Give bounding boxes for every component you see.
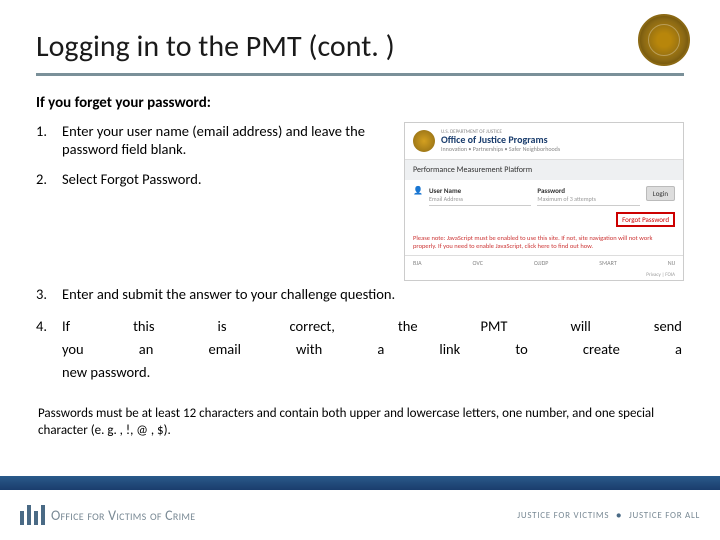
ovc-text: Office for Victims of Crime — [51, 507, 195, 524]
step-4: If this is correct, the PMT will send yo… — [36, 315, 684, 385]
step-2: Select Forgot Password. — [36, 170, 394, 188]
ovc-logo: Office for Victims of Crime — [20, 505, 195, 525]
slide-title: Logging in to the PMT (cont. ) — [36, 28, 684, 76]
logo-bja: BJA — [413, 259, 422, 267]
step-1: Enter your user name (email address) and… — [36, 122, 394, 158]
logo-smart: SMART — [599, 259, 616, 267]
step-3: Enter and submit the answer to your chal… — [36, 285, 684, 303]
password-label: Password — [537, 186, 639, 195]
login-screenshot: U.S. DEPARTMENT OF JUSTICE Office of Jus… — [404, 122, 684, 281]
doj-seal-icon — [638, 14, 690, 66]
slide-footer: Office for Victims of Crime JUSTICE FOR … — [0, 476, 720, 540]
ojp-seal-icon — [413, 130, 435, 152]
username-label: User Name — [429, 186, 531, 195]
platform-bar: Performance Measurement Platform — [405, 160, 683, 180]
steps-list: Enter your user name (email address) and… — [36, 122, 394, 188]
logo-ovc: OVC — [472, 259, 482, 267]
ojp-tagline: Innovation • Partnerships • Safer Neighb… — [441, 145, 560, 153]
login-button[interactable]: Login — [646, 186, 675, 201]
logo-nij: NIJ — [668, 259, 675, 267]
agency-logos: BJA OVC OJJDP SMART NIJ — [405, 255, 683, 270]
password-requirements: Passwords must be at least 12 characters… — [36, 406, 684, 440]
ojp-title: Office of Justice Programs — [441, 135, 560, 145]
username-hint: Email Address — [429, 195, 531, 206]
logo-ojjdp: OJJDP — [534, 259, 549, 267]
footer-tagline: JUSTICE FOR VICTIMS ● JUSTICE FOR ALL — [517, 510, 700, 521]
slide-header: Logging in to the PMT (cont. ) — [0, 0, 720, 86]
forgot-password-link[interactable]: Forgot Password — [616, 212, 675, 227]
slide-content: If you forget your password: Enter your … — [0, 86, 720, 440]
dot-icon: ● — [612, 510, 626, 521]
foia-link: Privacy | FOIA — [405, 270, 683, 280]
password-hint: Maximum of 3 attempts — [537, 195, 639, 206]
intro-text: If you forget your password: — [36, 94, 684, 112]
ovc-bars-icon — [20, 505, 45, 525]
js-note: Please note: JavaScript must be enabled … — [405, 231, 683, 255]
user-icon: 👤 — [413, 186, 423, 196]
